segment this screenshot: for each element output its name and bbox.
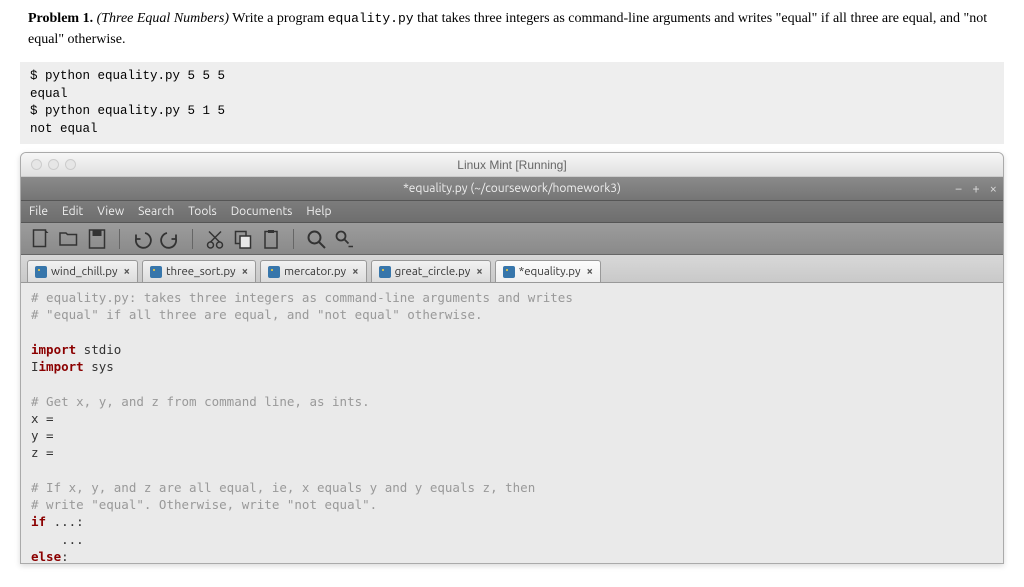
- save-icon[interactable]: [85, 228, 109, 250]
- python-file-icon: [503, 266, 515, 278]
- redo-icon[interactable]: [158, 228, 182, 250]
- undo-icon[interactable]: [130, 228, 154, 250]
- tabbar: wind_chill.py × three_sort.py × mercator…: [21, 255, 1003, 283]
- python-file-icon: [150, 266, 162, 278]
- copy-icon[interactable]: [231, 228, 255, 250]
- tab-close-icon[interactable]: ×: [587, 265, 594, 278]
- toolbar-separator: [119, 229, 120, 249]
- search-icon[interactable]: [304, 228, 328, 250]
- menu-documents[interactable]: Documents: [231, 205, 293, 218]
- tab-label: mercator.py: [284, 265, 346, 278]
- open-file-icon[interactable]: [57, 228, 81, 250]
- tab-wind-chill[interactable]: wind_chill.py ×: [27, 260, 138, 282]
- toolbar: [21, 223, 1003, 255]
- close-light-icon[interactable]: [31, 159, 42, 170]
- tab-great-circle[interactable]: great_circle.py ×: [371, 260, 491, 282]
- maximize-light-icon[interactable]: [65, 159, 76, 170]
- python-file-icon: [35, 266, 47, 278]
- vm-window: Linux Mint [Running] *equality.py (~/cou…: [20, 152, 1004, 564]
- problem-label: Problem 1.: [28, 11, 93, 26]
- new-file-icon[interactable]: [29, 228, 53, 250]
- vm-titlebar[interactable]: Linux Mint [Running]: [21, 153, 1003, 177]
- problem-text: Problem 1. (Three Equal Numbers) Write a…: [28, 8, 996, 50]
- text-cursor-icon: I: [31, 358, 39, 375]
- toolbar-separator: [192, 229, 193, 249]
- menubar: File Edit View Search Tools Documents He…: [21, 201, 1003, 223]
- tab-label: *equality.py: [519, 265, 581, 278]
- minimize-button[interactable]: −: [955, 182, 962, 196]
- toolbar-separator: [293, 229, 294, 249]
- tab-close-icon[interactable]: ×: [476, 265, 483, 278]
- tab-label: wind_chill.py: [51, 265, 118, 278]
- minimize-light-icon[interactable]: [48, 159, 59, 170]
- cut-icon[interactable]: [203, 228, 227, 250]
- tab-label: three_sort.py: [166, 265, 236, 278]
- menu-file[interactable]: File: [29, 205, 48, 218]
- window-controls: − + ×: [955, 182, 997, 196]
- menu-help[interactable]: Help: [306, 205, 331, 218]
- editor-titlebar[interactable]: *equality.py (~/coursework/homework3) − …: [21, 177, 1003, 201]
- problem-filename: equality.py: [328, 11, 414, 26]
- editor-title: *equality.py (~/coursework/homework3): [21, 182, 1003, 195]
- search-replace-icon[interactable]: [332, 228, 356, 250]
- python-file-icon: [379, 266, 391, 278]
- tab-close-icon[interactable]: ×: [242, 265, 249, 278]
- vm-title: Linux Mint [Running]: [21, 158, 1003, 172]
- python-file-icon: [268, 266, 280, 278]
- terminal-output: $ python equality.py 5 5 5 equal $ pytho…: [20, 62, 1004, 144]
- tab-three-sort[interactable]: three_sort.py ×: [142, 260, 256, 282]
- problem-subtitle: (Three Equal Numbers): [97, 11, 229, 26]
- menu-tools[interactable]: Tools: [188, 205, 217, 218]
- menu-edit[interactable]: Edit: [62, 205, 83, 218]
- problem-statement: Problem 1. (Three Equal Numbers) Write a…: [0, 0, 1024, 56]
- close-button[interactable]: ×: [990, 182, 997, 196]
- paste-icon[interactable]: [259, 228, 283, 250]
- traffic-lights: [21, 159, 76, 170]
- tab-label: great_circle.py: [395, 265, 471, 278]
- tab-equality[interactable]: *equality.py ×: [495, 260, 601, 282]
- menu-view[interactable]: View: [97, 205, 124, 218]
- tab-close-icon[interactable]: ×: [352, 265, 359, 278]
- code-editor[interactable]: # equality.py: takes three integers as c…: [21, 283, 1003, 563]
- menu-search[interactable]: Search: [138, 205, 174, 218]
- tab-mercator[interactable]: mercator.py ×: [260, 260, 366, 282]
- maximize-button[interactable]: +: [972, 182, 979, 196]
- tab-close-icon[interactable]: ×: [124, 265, 131, 278]
